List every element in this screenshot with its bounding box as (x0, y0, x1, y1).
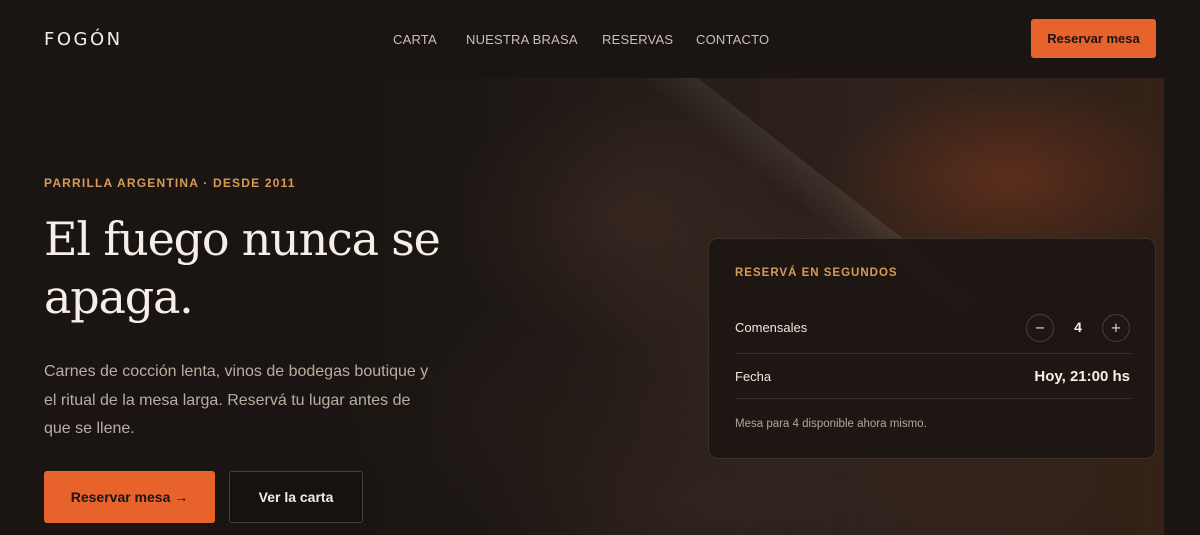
guests-count: 4 (1074, 319, 1082, 335)
booking-card: RESERVÁ EN SEGUNDOS Comensales − 4 + Fec… (708, 238, 1156, 459)
date-value[interactable]: Hoy, 21:00 hs (1034, 368, 1130, 385)
guests-decrement-button[interactable]: − (1026, 314, 1054, 342)
hero-title: El fuego nunca se apaga. (44, 212, 441, 324)
guests-increment-button[interactable]: + (1102, 314, 1130, 342)
date-label: Fecha (735, 369, 772, 384)
nav-link-carta[interactable]: CARTA (393, 32, 437, 47)
reserve-table-button[interactable]: Reservar mesa → (44, 471, 215, 523)
divider (735, 398, 1131, 399)
booking-card-title: RESERVÁ EN SEGUNDOS (735, 267, 898, 279)
nav-link-nuestra-brasa[interactable]: NUESTRA BRASA (466, 32, 578, 47)
nav-link-reservas[interactable]: RESERVAS (602, 32, 673, 47)
nav-link-contacto[interactable]: CONTACTO (696, 32, 769, 47)
header-reserve-button[interactable]: Reservar mesa (1031, 19, 1156, 58)
main-nav: CARTA NUESTRA BRASA RESERVAS CONTACTO (0, 32, 1200, 48)
page-edge (1164, 78, 1200, 535)
site-header: FOGÓN CARTA NUESTRA BRASA RESERVAS CONTA… (0, 0, 1200, 78)
divider (735, 353, 1131, 354)
hero-eyebrow: PARRILLA ARGENTINA · DESDE 2011 (44, 176, 296, 190)
availability-message: Mesa para 4 disponible ahora mismo. (735, 418, 927, 430)
guests-label: Comensales (735, 320, 808, 335)
view-menu-button[interactable]: Ver la carta (229, 471, 363, 523)
hero-description: Carnes de cocción lenta, vinos de bodega… (44, 363, 429, 437)
